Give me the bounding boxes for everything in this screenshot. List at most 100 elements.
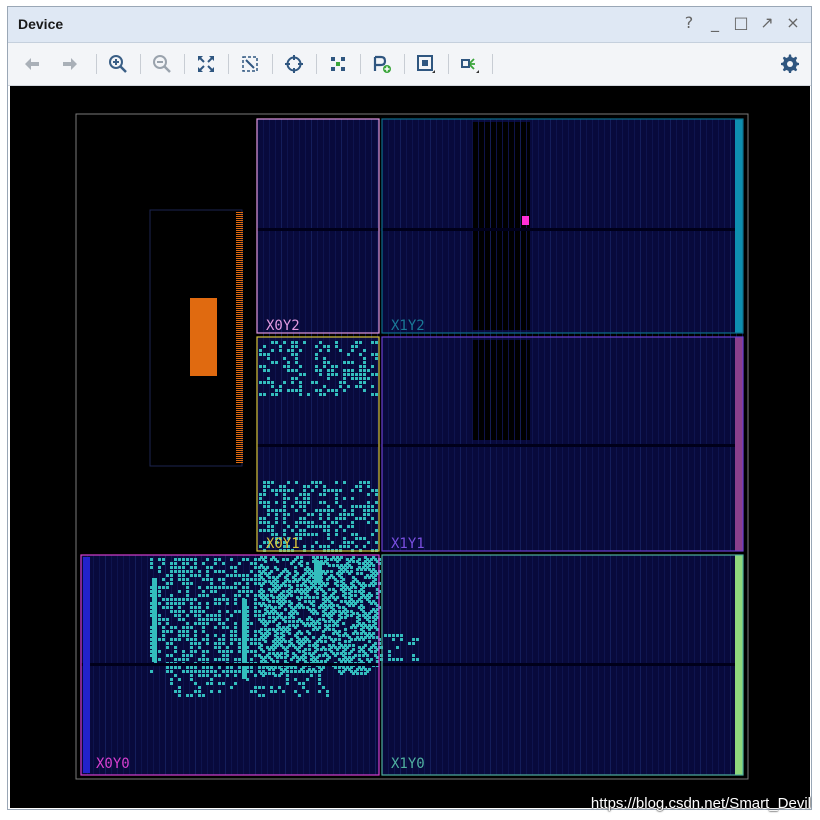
placed-cell: [343, 369, 346, 372]
placed-cell: [218, 642, 221, 645]
placed-cell: [355, 345, 358, 348]
placed-cell: [150, 566, 153, 569]
io-pin: [236, 396, 243, 397]
placed-cell: [308, 668, 311, 671]
io-bank-block[interactable]: [190, 298, 217, 376]
placed-cell: [284, 596, 287, 599]
fabric-column-line: [598, 119, 599, 551]
placed-cell: [274, 674, 277, 677]
placed-cell: [206, 614, 209, 617]
placed-cell: [288, 632, 291, 635]
minimize-icon[interactable]: _: [707, 14, 723, 32]
zoom-in-button[interactable]: [106, 52, 130, 76]
placed-cell: [307, 521, 310, 524]
placed-cell: [186, 590, 189, 593]
placed-cell: [268, 620, 271, 623]
io-pin: [236, 302, 243, 303]
back-button[interactable]: [20, 52, 44, 76]
placed-cell: [166, 654, 169, 657]
placed-cell: [294, 690, 297, 693]
placed-cell: [358, 654, 361, 657]
placed-cell: [214, 586, 217, 589]
placed-cell: [351, 345, 354, 348]
placed-cell: [162, 586, 165, 589]
placed-cell: [384, 634, 387, 637]
fabric-column-line: [418, 119, 419, 551]
show-connections-button[interactable]: [458, 52, 482, 76]
placed-cell: [162, 626, 165, 629]
device-view-options-button[interactable]: [414, 52, 438, 76]
placed-cell: [166, 586, 169, 589]
placed-cell: [308, 652, 311, 655]
placed-cell: [275, 521, 278, 524]
placed-cell: [276, 580, 279, 583]
fabric-column-line: [640, 119, 641, 551]
selected-cell-marker[interactable]: [522, 216, 529, 225]
placed-cell: [170, 630, 173, 633]
placed-cell: [348, 652, 351, 655]
route-button[interactable]: [326, 52, 350, 76]
placed-cell: [342, 622, 345, 625]
placed-cell: [363, 369, 366, 372]
settings-button[interactable]: [778, 52, 802, 76]
placed-cell: [202, 562, 205, 565]
io-pin: [236, 394, 243, 395]
placed-cell: [296, 640, 299, 643]
placed-cell: [372, 644, 375, 647]
auto-fit-selection-button[interactable]: [282, 52, 306, 76]
placed-cell: [323, 509, 326, 512]
placed-cell: [308, 568, 311, 571]
placed-cell: [186, 598, 189, 601]
placed-cell: [316, 620, 319, 623]
placed-cell: [260, 632, 263, 635]
close-icon[interactable]: ×: [785, 14, 801, 32]
placed-cell: [295, 389, 298, 392]
placed-cell: [230, 670, 233, 673]
placed-cell: [202, 638, 205, 641]
placed-cell: [372, 636, 375, 639]
placed-cell: [194, 562, 197, 565]
placed-cell: [364, 616, 367, 619]
device-view[interactable]: X0Y2 X1Y2 X0Y1 X1Y1 X0Y0 X1Y0: [10, 86, 810, 808]
placed-cell: [226, 654, 229, 657]
placed-cell: [260, 604, 263, 607]
placed-cell: [322, 686, 325, 689]
placed-cell: [206, 594, 209, 597]
placed-cell: [347, 541, 350, 544]
placed-cell: [198, 594, 201, 597]
placed-cell: [178, 574, 181, 577]
io-pin: [236, 440, 243, 441]
zoom-selection-button[interactable]: [238, 52, 262, 76]
placed-cell: [308, 576, 311, 579]
placed-cell: [194, 574, 197, 577]
zoom-out-button[interactable]: [150, 52, 174, 76]
help-icon[interactable]: ?: [681, 14, 697, 32]
placed-cell: [324, 636, 327, 639]
zoom-fit-button[interactable]: [194, 52, 218, 76]
placed-cell: [351, 533, 354, 536]
fabric-column-line: [622, 119, 623, 551]
create-pblock-button[interactable]: [370, 52, 394, 76]
forward-button[interactable]: [58, 52, 82, 76]
placed-cell: [166, 602, 169, 605]
placed-cell: [331, 521, 334, 524]
placed-cell: [360, 636, 363, 639]
placed-cell: [355, 505, 358, 508]
placed-cell: [364, 652, 367, 655]
maximize-icon[interactable]: □: [733, 14, 749, 32]
placed-cell: [354, 594, 357, 597]
placed-cell: [323, 521, 326, 524]
placed-cell: [198, 602, 201, 605]
placed-cell: [288, 592, 291, 595]
device-canvas[interactable]: X0Y2 X1Y2 X0Y1 X1Y1 X0Y0 X1Y0: [10, 86, 810, 808]
placed-cell: [340, 568, 343, 571]
placed-cell: [300, 588, 303, 591]
placed-cell: [222, 634, 225, 637]
io-pin: [236, 358, 243, 359]
placed-cell: [234, 610, 237, 613]
placed-cell: [230, 630, 233, 633]
placed-cell: [186, 654, 189, 657]
placed-cell: [226, 670, 229, 673]
float-icon[interactable]: ↗: [759, 14, 775, 32]
placed-cell: [174, 666, 177, 669]
